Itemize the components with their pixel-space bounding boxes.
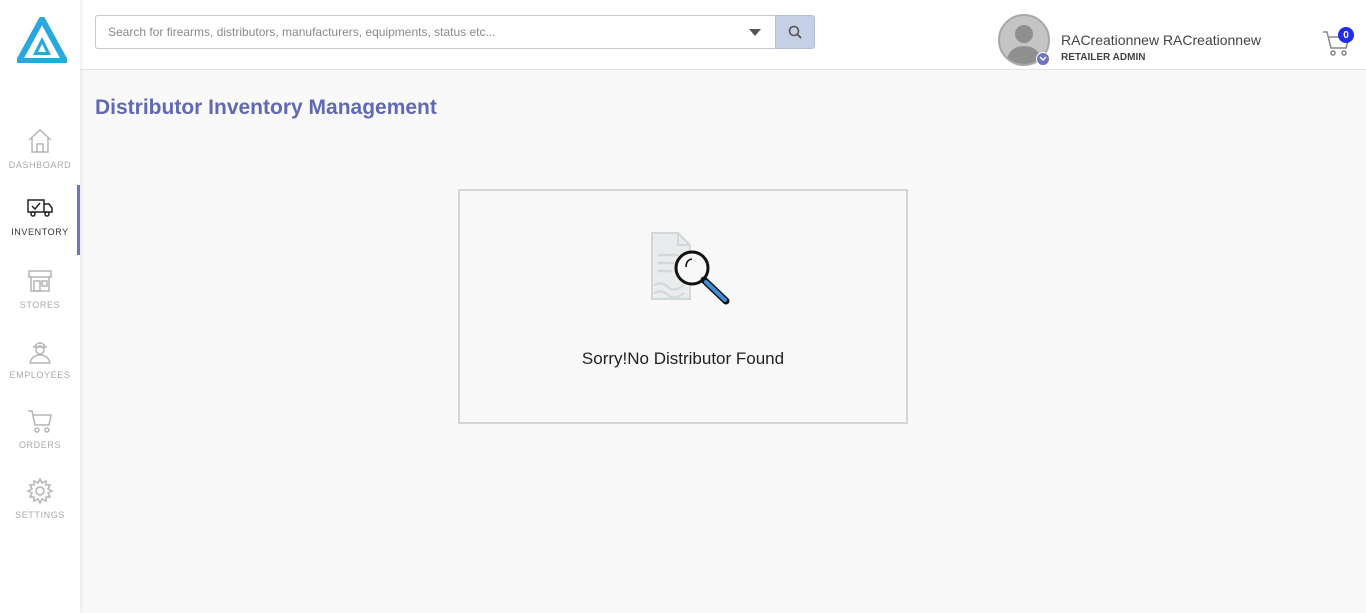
empty-state-message: Sorry!No Distributor Found <box>581 349 785 368</box>
delivery-truck-icon <box>25 193 55 223</box>
sidebar-item-label: DASHBOARD <box>8 160 72 170</box>
sidebar-item-dashboard[interactable]: DASHBOARD <box>0 118 80 188</box>
sidebar-item-label: INVENTORY <box>11 227 69 237</box>
logo-icon[interactable] <box>17 17 67 63</box>
sidebar-item-employees[interactable]: EMPLOYEES <box>0 328 80 398</box>
empty-state-card: Sorry!No Distributor Found <box>458 189 908 424</box>
user-role: RETAILER ADMIN <box>1061 52 1146 63</box>
search-icon <box>788 25 802 39</box>
sidebar-item-stores[interactable]: STORES <box>0 258 80 328</box>
sidebar-item-orders[interactable]: ORDERS <box>0 398 80 468</box>
cart-icon <box>25 406 55 436</box>
sidebar-item-inventory[interactable]: INVENTORY <box>0 185 80 255</box>
search-button[interactable] <box>775 15 815 49</box>
search-input[interactable] <box>96 16 736 48</box>
gear-icon <box>25 476 55 506</box>
cart-count-badge: 0 <box>1338 27 1354 43</box>
chevron-down-icon[interactable] <box>1036 52 1050 66</box>
search-box <box>95 15 776 49</box>
sidebar-item-label: ORDERS <box>18 440 62 450</box>
home-icon <box>25 126 55 156</box>
sidebar-item-label: SETTINGS <box>15 510 65 520</box>
no-results-search-icon <box>651 232 730 305</box>
page-title: Distributor Inventory Management <box>95 96 437 119</box>
sidebar-item-label: EMPLOYEES <box>9 370 71 380</box>
sidebar: DASHBOARD INVENTORY STORES EMPLOYEES ORD… <box>0 0 80 613</box>
store-icon <box>25 266 55 296</box>
chevron-down-icon[interactable] <box>749 29 761 36</box>
top-header: RACreationnew RACreationnew RETAILER ADM… <box>80 0 1366 70</box>
user-name: RACreationnew RACreationnew <box>1061 32 1261 48</box>
employee-icon <box>25 336 55 366</box>
sidebar-item-label: STORES <box>19 300 61 310</box>
sidebar-item-settings[interactable]: SETTINGS <box>0 468 80 538</box>
